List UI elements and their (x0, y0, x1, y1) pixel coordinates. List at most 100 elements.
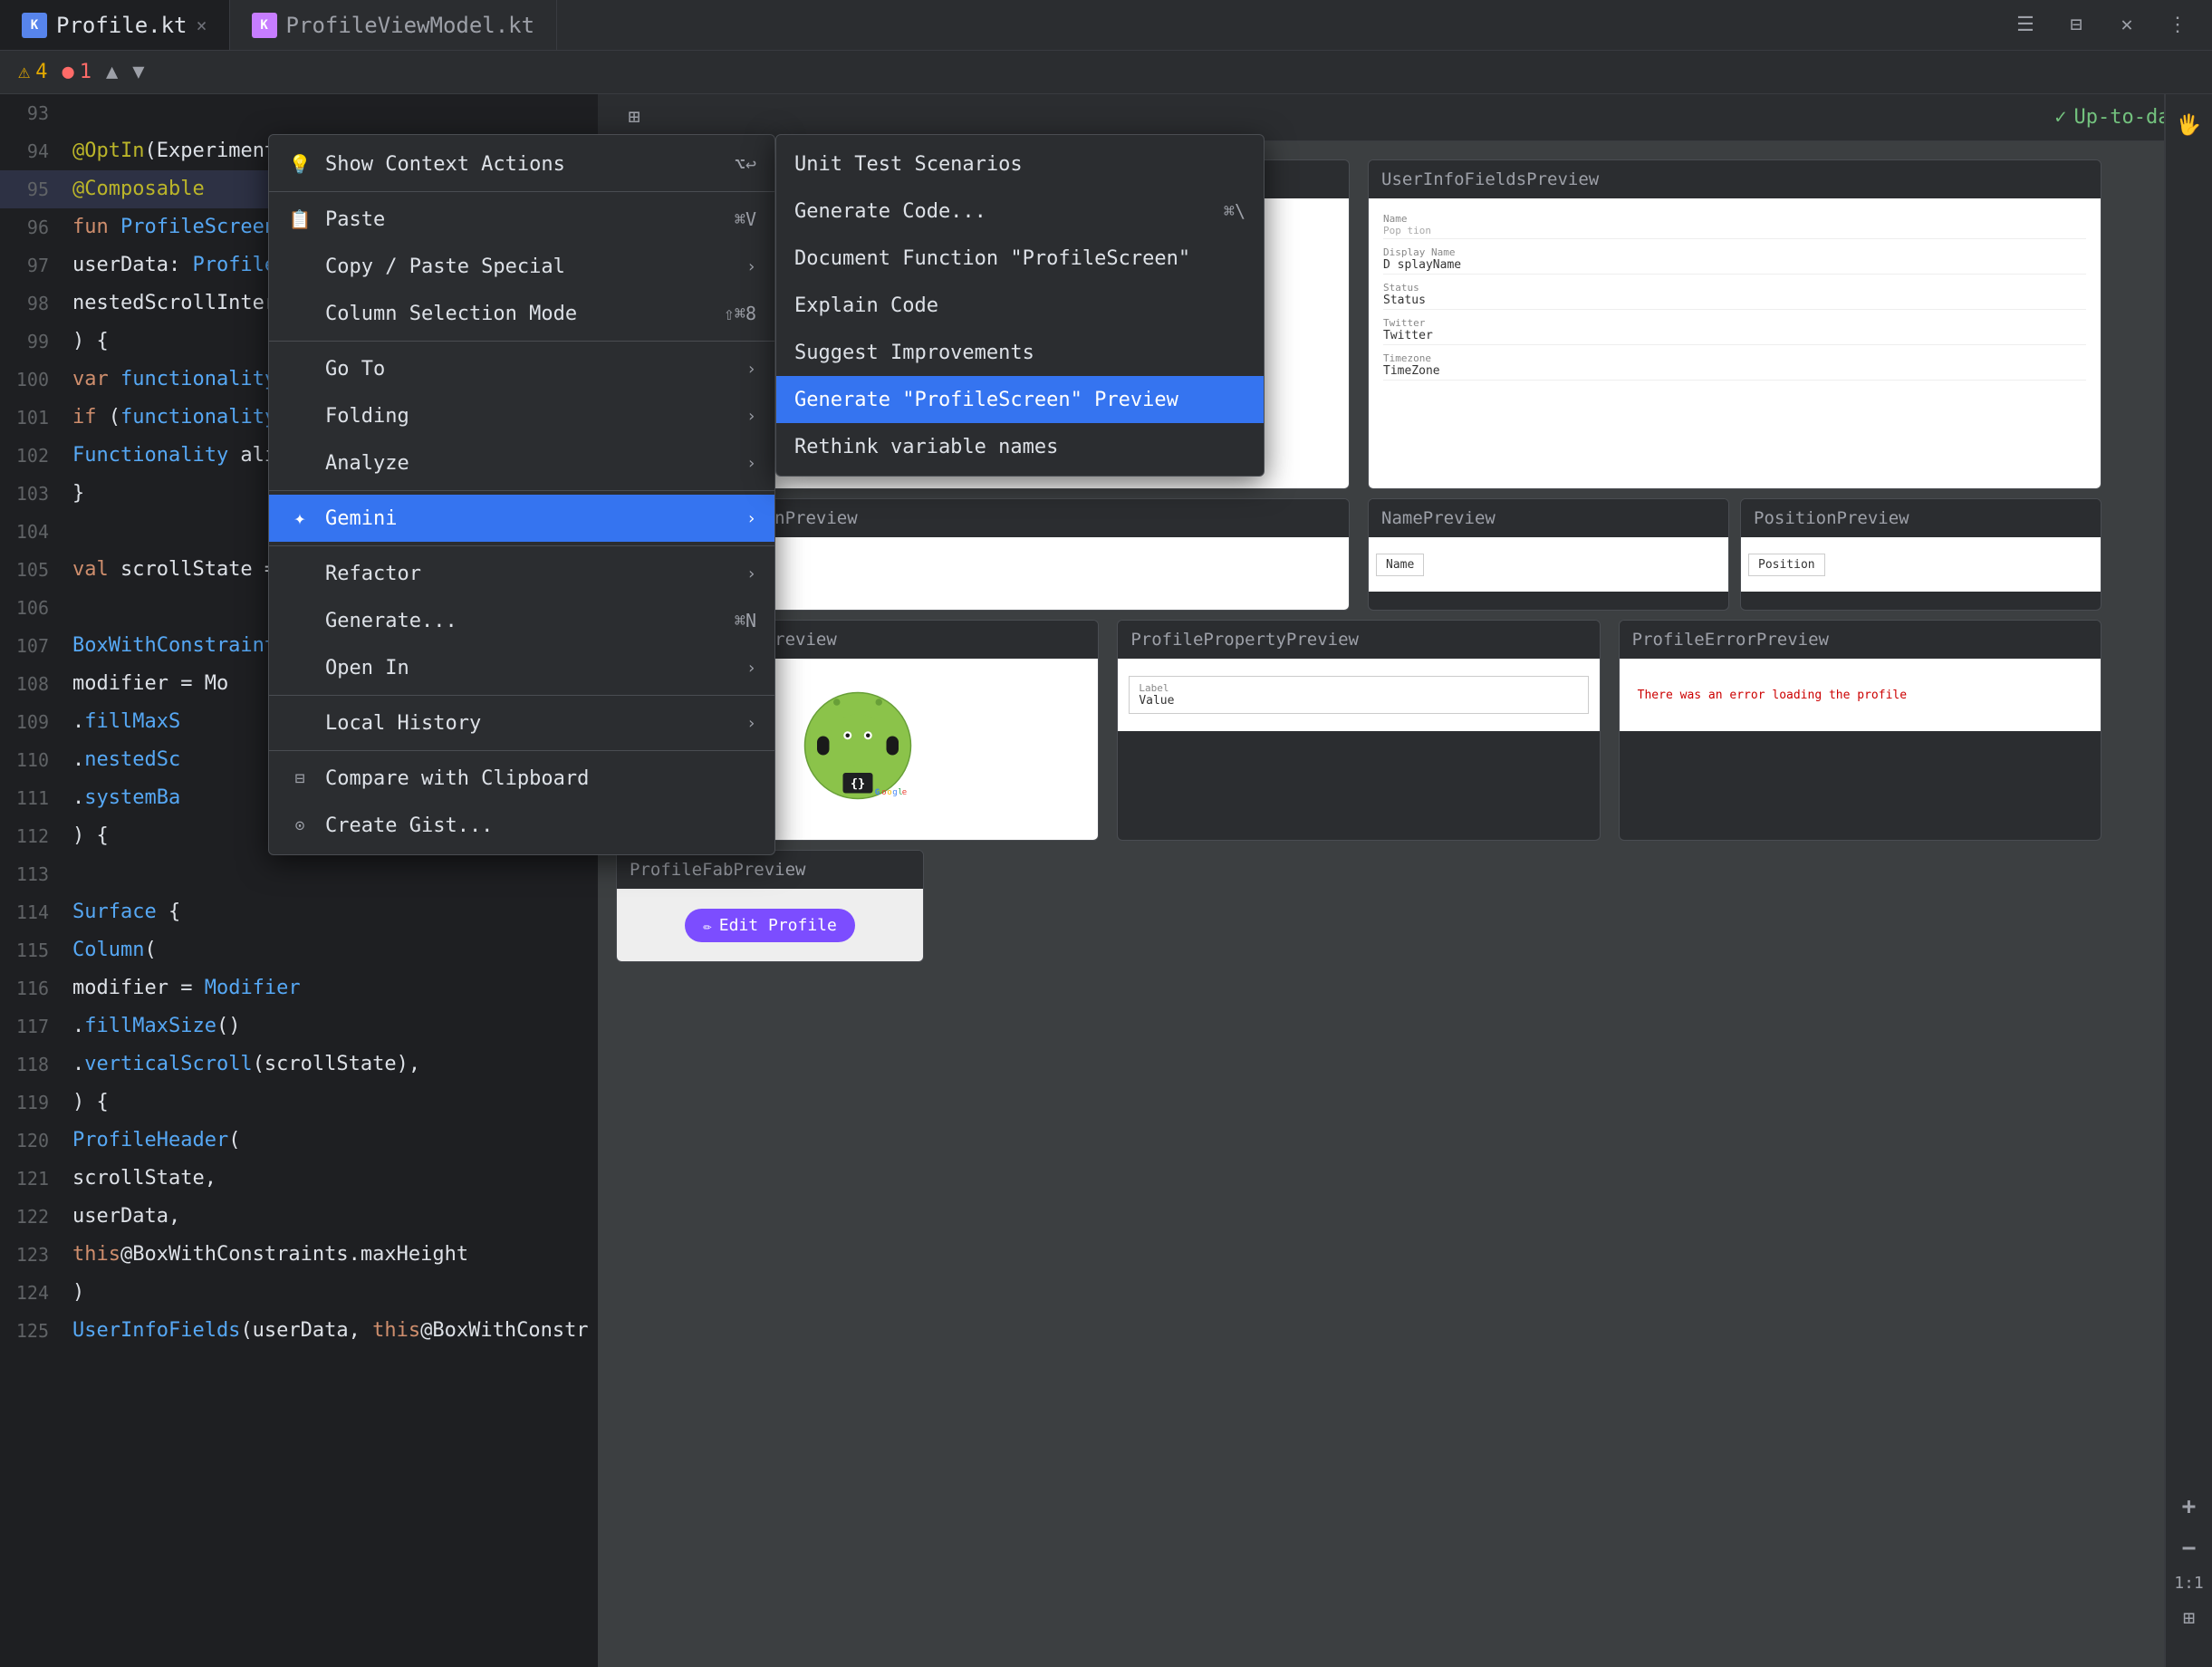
profile-fab-body: ✏ Edit Profile (617, 889, 923, 961)
menu-item-paste[interactable]: 📋 Paste ⌘V (269, 196, 774, 243)
code-line-119: 119 ) { (0, 1084, 598, 1122)
tab-viewmodel[interactable]: K ProfileViewModel.kt (230, 0, 558, 50)
code-line-122: 122 userData, (0, 1198, 598, 1236)
warning-count: 4 (35, 61, 47, 83)
menu-item-create-gist[interactable]: ⊙ Create Gist... (269, 802, 774, 849)
submenu-document-function[interactable]: Document Function "ProfileScreen" (776, 235, 1264, 282)
field-displayname-label: Display Name (1383, 246, 2086, 258)
edit-profile-fab[interactable]: ✏ Edit Profile (685, 909, 855, 942)
gemini-submenu: Unit Test Scenarios Generate Code... ⌘\ … (775, 134, 1265, 477)
context-menu: 💡 Show Context Actions ⌥↩ 📋 Paste ⌘V Cop… (268, 134, 775, 855)
code-line-124: 124 ) (0, 1274, 598, 1312)
split-view-icon[interactable]: ⊟ (2060, 9, 2092, 42)
tab-label-viewmodel: ProfileViewModel.kt (286, 13, 535, 38)
menu-item-open-in[interactable]: Open In › (269, 644, 774, 691)
fit-screen-icon[interactable]: ⊞ (2173, 1602, 2206, 1634)
up-button[interactable]: ▲ (106, 61, 118, 83)
menu-item-generate[interactable]: Generate... ⌘N (269, 597, 774, 644)
code-line-115: 115 Column( (0, 931, 598, 969)
gemini-star-icon: ✦ (287, 506, 313, 531)
preview-row-3: ProfileHeaderPreview (598, 620, 2120, 850)
goto-icon (287, 356, 313, 381)
warnings-bar: ⚠ 4 ● 1 ▲ ▼ (0, 51, 2212, 94)
field-twitter-label: Twitter (1383, 317, 2086, 329)
name-preview-value: Name (1376, 554, 1424, 576)
local-history-label: Local History (325, 712, 726, 735)
property-label: Label (1139, 682, 1578, 694)
preview-toggle-icon[interactable]: ⊞ (616, 100, 652, 136)
arrow-goto: › (746, 360, 756, 379)
divider-3 (269, 490, 774, 491)
zoom-controls: + − 1:1 ⊞ (2173, 1490, 2206, 1634)
menu-item-folding[interactable]: Folding › (269, 392, 774, 439)
vertical-separator (2164, 94, 2165, 1667)
generate-code-label: Generate Code... (794, 200, 986, 223)
more-options-icon[interactable]: ⋮ (2161, 9, 2194, 42)
code-line-123: 123 this@BoxWithConstraints.maxHeight (0, 1236, 598, 1274)
right-sidebar: 🖐 + − 1:1 ⊞ (2165, 94, 2212, 1667)
column-selection-label: Column Selection Mode (325, 303, 711, 325)
paste-icon: 📋 (287, 207, 313, 232)
field-name-label: Name (1383, 213, 2086, 225)
close-panel-icon[interactable]: ✕ (2111, 9, 2143, 42)
code-line-93: 93 (0, 94, 598, 132)
tab-bar: K Profile.kt × K ProfileViewModel.kt ☰ ⊟… (0, 0, 2212, 51)
warning-badge: ⚠ 4 (18, 61, 48, 83)
error-count: 1 (80, 61, 91, 83)
generate-icon (287, 608, 313, 633)
menu-item-local-history[interactable]: Local History › (269, 699, 774, 747)
copy-paste-label: Copy / Paste Special (325, 255, 726, 278)
submenu-generate-code[interactable]: Generate Code... ⌘\ (776, 188, 1264, 235)
hand-tool-icon[interactable]: 🖐 (2173, 109, 2206, 141)
profile-property-body: Label Value (1118, 659, 1599, 731)
folding-icon (287, 403, 313, 429)
submenu-rethink-variables[interactable]: Rethink variable names (776, 423, 1264, 470)
down-button[interactable]: ▼ (132, 61, 144, 83)
compare-label: Compare with Clipboard (325, 767, 756, 790)
submenu-unit-test[interactable]: Unit Test Scenarios (776, 140, 1264, 188)
zoom-out-icon[interactable]: − (2173, 1532, 2206, 1565)
field-twitter-value: Twitter (1383, 329, 2086, 345)
profile-property-preview-card: ProfilePropertyPreview Label Value (1117, 620, 1600, 841)
code-line-120: 120 ProfileHeader( (0, 1122, 598, 1160)
menu-item-go-to[interactable]: Go To › (269, 345, 774, 392)
field-name-sublabel: Pop tion (1383, 225, 2086, 239)
preview-row-4: ProfileFabPreview ✏ Edit Profile (598, 850, 2120, 971)
generate-code-shortcut: ⌘\ (1224, 200, 1245, 222)
divider-5 (269, 695, 774, 696)
menu-item-column-selection[interactable]: Column Selection Mode ⇧⌘8 (269, 290, 774, 337)
tab-label-profile: Profile.kt (56, 13, 188, 38)
show-context-shortcut: ⌥↩ (735, 153, 756, 175)
field-timezone-value: TimeZone (1383, 364, 2086, 381)
menu-item-copy-paste-special[interactable]: Copy / Paste Special › (269, 243, 774, 290)
small-preview-pair: NamePreview Name PositionPreview Positio… (1368, 498, 2101, 611)
position-preview-card: PositionPreview Position (1740, 498, 2101, 611)
tab-close-profile[interactable]: × (197, 14, 207, 36)
arrow-open-in: › (746, 659, 756, 678)
divider-4 (269, 545, 774, 546)
menu-item-refactor[interactable]: Refactor › (269, 550, 774, 597)
menu-item-show-context[interactable]: 💡 Show Context Actions ⌥↩ (269, 140, 774, 188)
code-line-121: 121 scrollState, (0, 1160, 598, 1198)
arrow-local-history: › (746, 714, 756, 733)
profile-error-preview-card: ProfileErrorPreview There was an error l… (1619, 620, 2101, 841)
divider-2 (269, 341, 774, 342)
menu-item-gemini[interactable]: ✦ Gemini › (269, 495, 774, 542)
position-preview-value: Position (1748, 554, 1825, 576)
code-line-114: 114 Surface { (0, 893, 598, 931)
menu-item-compare-clipboard[interactable]: ⊟ Compare with Clipboard (269, 755, 774, 802)
zoom-in-icon[interactable]: + (2173, 1490, 2206, 1523)
divider-6 (269, 750, 774, 751)
submenu-suggest-improvements[interactable]: Suggest Improvements (776, 329, 1264, 376)
open-in-icon (287, 655, 313, 680)
submenu-generate-preview[interactable]: Generate "ProfileScreen" Preview (776, 376, 1264, 423)
submenu-explain-code[interactable]: Explain Code (776, 282, 1264, 329)
menu-item-analyze[interactable]: Analyze › (269, 439, 774, 487)
code-line-125: 125 UserInfoFields(userData, this@BoxWit… (0, 1312, 598, 1350)
analyze-icon (287, 450, 313, 476)
tab-profile-kt[interactable]: K Profile.kt × (0, 0, 230, 50)
tab-icon-viewmodel: K (252, 13, 277, 38)
hamburger-icon[interactable]: ☰ (2009, 9, 2042, 42)
zoom-level: 1:1 (2174, 1574, 2204, 1593)
code-line-118: 118 .verticalScroll(scrollState), (0, 1045, 598, 1084)
